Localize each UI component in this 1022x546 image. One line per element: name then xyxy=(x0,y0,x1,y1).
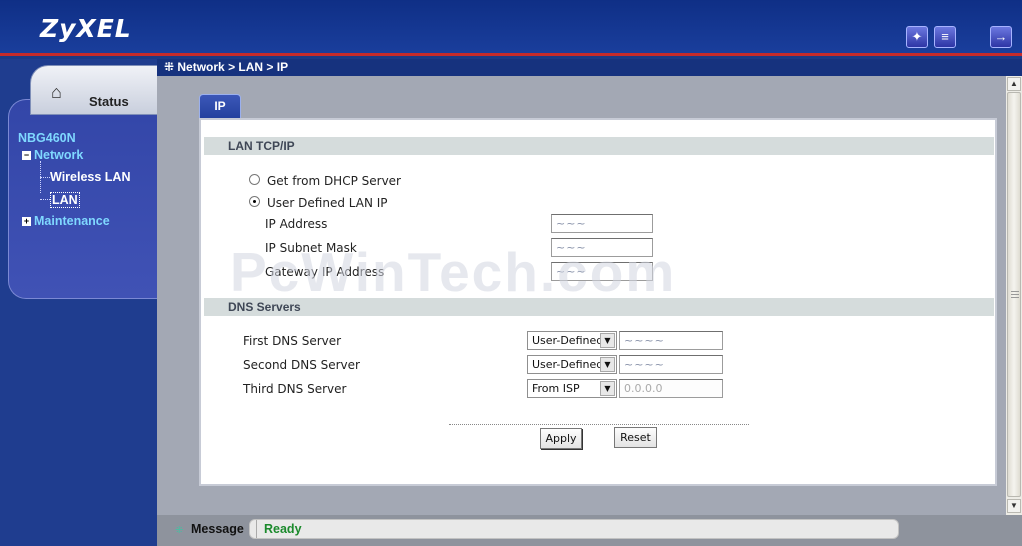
chevron-down-icon: ▼ xyxy=(600,357,615,372)
breadcrumb-text: Network > LAN > IP xyxy=(177,60,289,74)
message-bar: ⁜ Message Ready xyxy=(157,515,1022,546)
status-text: Ready xyxy=(264,522,302,536)
sidebar-item-network[interactable]: − Network xyxy=(22,148,83,162)
dns-servers-header: DNS Servers xyxy=(204,298,994,316)
sidebar-item-label: Maintenance xyxy=(34,214,110,228)
subnet-mask-value: ~~~ xyxy=(556,241,587,254)
breadcrumb-icon: ⁜ xyxy=(164,60,178,74)
message-icon: ⁜ xyxy=(175,525,184,536)
sidebar: ⌂ Status NBG460N − Network Wireless LAN L… xyxy=(0,59,157,546)
reset-button[interactable]: Reset xyxy=(614,427,657,448)
status-tab[interactable]: ⌂ Status xyxy=(30,65,157,115)
device-name[interactable]: NBG460N xyxy=(18,131,76,145)
user-defined-radio-label: User Defined LAN IP xyxy=(267,196,388,210)
chevron-down-icon: ▼ xyxy=(600,381,615,396)
vertical-scrollbar[interactable]: ▲ ▼ xyxy=(1006,76,1022,515)
message-box: Ready xyxy=(249,519,899,539)
user-defined-radio[interactable] xyxy=(249,196,260,207)
first-dns-mode-select[interactable]: User-Defined ▼ xyxy=(527,331,617,350)
apply-button[interactable]: Apply xyxy=(540,428,582,449)
message-label: Message xyxy=(191,522,244,536)
dns-label: Second DNS Server xyxy=(243,358,360,372)
sidebar-item-maintenance[interactable]: + Maintenance xyxy=(22,214,110,228)
scroll-up-icon[interactable]: ▲ xyxy=(1007,77,1021,91)
first-dns-input[interactable]: ~~~~ xyxy=(619,331,723,350)
divider xyxy=(449,424,749,425)
status-tab-label: Status xyxy=(89,94,129,109)
ip-address-label: IP Address xyxy=(265,217,328,231)
subnet-mask-input[interactable]: ~~~ xyxy=(551,238,653,257)
ip-address-value: ~~~ xyxy=(556,217,587,230)
collapse-icon[interactable]: − xyxy=(22,151,31,160)
tree-connector xyxy=(40,199,50,200)
gateway-input[interactable]: ~~~ xyxy=(551,262,653,281)
ip-address-input[interactable]: ~~~ xyxy=(551,214,653,233)
breadcrumb: ⁜ Network > LAN > IP xyxy=(157,59,1022,76)
header-icons: ✦ ≡ → xyxy=(906,26,1012,48)
chevron-down-icon: ▼ xyxy=(600,333,615,348)
third-dns-mode-select[interactable]: From ISP ▼ xyxy=(527,379,617,398)
logout-icon[interactable]: → xyxy=(990,26,1012,48)
gateway-value: ~~~ xyxy=(556,265,587,278)
tree-connector xyxy=(40,177,50,178)
ip-settings-panel: LAN TCP/IP Get from DHCP Server User Def… xyxy=(199,118,997,486)
scrollbar-thumb[interactable] xyxy=(1007,92,1021,497)
sidebar-item-wireless-lan[interactable]: Wireless LAN xyxy=(50,170,130,184)
lan-tcpip-header: LAN TCP/IP xyxy=(204,137,994,155)
second-dns-input[interactable]: ~~~~ xyxy=(619,355,723,374)
gateway-label: Gateway IP Address xyxy=(265,265,385,279)
header-bar: ZyXEL ✦ ≡ → xyxy=(0,0,1022,56)
scroll-down-icon[interactable]: ▼ xyxy=(1007,499,1021,513)
subnet-mask-label: IP Subnet Mask xyxy=(265,241,357,255)
dns-value: ~~~~ xyxy=(624,358,665,371)
dns-value: ~~~~ xyxy=(624,334,665,347)
sidebar-item-lan[interactable]: LAN xyxy=(50,192,80,208)
dns-label: First DNS Server xyxy=(243,334,342,348)
expand-icon[interactable]: + xyxy=(22,217,31,226)
second-dns-mode-select[interactable]: User-Defined ▼ xyxy=(527,355,617,374)
tab-ip[interactable]: IP xyxy=(199,94,241,120)
zyxel-logo: ZyXEL xyxy=(40,14,132,43)
sidebar-item-label: Network xyxy=(34,148,84,162)
nav-panel xyxy=(8,99,157,299)
dns-label: Third DNS Server xyxy=(243,382,347,396)
document-icon[interactable]: ≡ xyxy=(934,26,956,48)
dhcp-radio-label: Get from DHCP Server xyxy=(267,174,401,188)
router-icon: ⌂ xyxy=(51,82,62,102)
select-value: User-Defined xyxy=(532,334,604,347)
wizard-icon[interactable]: ✦ xyxy=(906,26,928,48)
select-value: From ISP xyxy=(532,382,580,395)
dhcp-radio[interactable] xyxy=(249,174,260,185)
select-value: User-Defined xyxy=(532,358,604,371)
third-dns-input[interactable]: 0.0.0.0 xyxy=(619,379,723,398)
